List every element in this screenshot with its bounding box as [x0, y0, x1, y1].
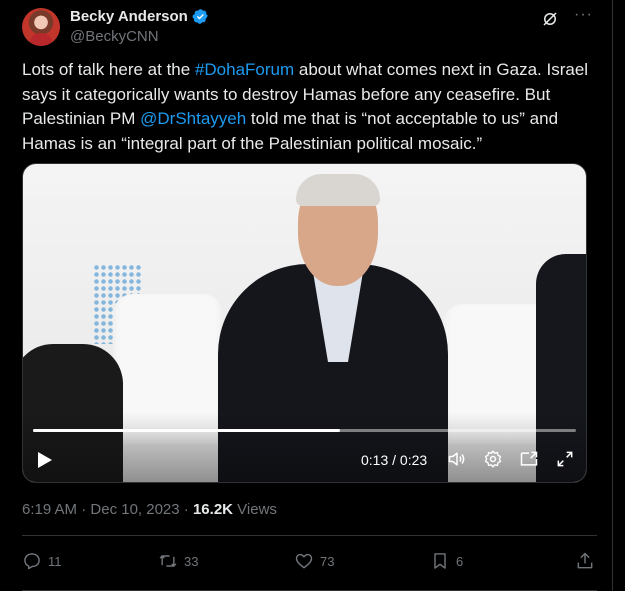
video-time: 0:13 / 0:23 [361, 452, 428, 468]
bookmark-button[interactable]: 6 [430, 551, 463, 571]
column-border [612, 0, 613, 591]
author-display-name[interactable]: Becky Anderson [70, 8, 188, 25]
video-progress-bar[interactable] [33, 429, 576, 432]
tweet-time[interactable]: 6:19 AM [22, 501, 77, 518]
meta-separator: · [179, 501, 193, 518]
bookmark-count: 6 [456, 553, 464, 569]
like-count: 73 [320, 553, 335, 569]
action-bar: 11 33 73 6 [22, 551, 595, 575]
grok-icon[interactable] [541, 10, 559, 28]
share-button[interactable] [575, 551, 595, 571]
bookmark-icon [434, 553, 446, 569]
divider [22, 535, 597, 536]
share-icon [577, 552, 593, 569]
video-person-hair [296, 174, 380, 206]
meta-separator: · [77, 501, 91, 518]
repost-icon [159, 554, 177, 568]
settings-icon[interactable] [483, 449, 503, 469]
pip-icon[interactable] [519, 449, 539, 469]
like-button[interactable]: 73 [294, 551, 334, 571]
more-icon[interactable]: ··· [574, 6, 593, 24]
tweet-text-part: Lots of talk here at the [22, 60, 195, 79]
heart-icon [295, 553, 313, 569]
fullscreen-icon[interactable] [555, 449, 575, 469]
video-controls: 0:13 / 0:23 [23, 445, 586, 475]
avatar[interactable] [22, 8, 60, 46]
volume-icon[interactable] [447, 449, 467, 469]
reply-button[interactable]: 11 [22, 551, 62, 571]
reply-count: 11 [48, 553, 62, 569]
repost-count: 33 [184, 553, 199, 569]
tweet-meta: 6:19 AM · Dec 10, 2023 · 16.2K Views [22, 501, 277, 518]
play-icon[interactable] [37, 451, 53, 469]
views-count: 16.2K [192, 501, 233, 518]
views-label: Views [233, 501, 277, 518]
author-block: Becky Anderson @BeckyCNN [70, 6, 209, 45]
mention-link[interactable]: @DrShtayyeh [140, 109, 246, 128]
author-handle[interactable]: @BeckyCNN [70, 28, 209, 45]
hashtag-link[interactable]: #DohaForum [195, 60, 294, 79]
verified-badge-icon [192, 8, 208, 24]
reply-icon [24, 553, 40, 570]
tweet-header: Becky Anderson @BeckyCNN ··· [22, 6, 595, 46]
tweet-date[interactable]: Dec 10, 2023 [90, 501, 179, 518]
tweet-text: Lots of talk here at the #DohaForum abou… [22, 58, 597, 156]
repost-button[interactable]: 33 [158, 551, 198, 571]
video-progress-fill [33, 429, 340, 432]
video-player[interactable]: 0:13 / 0:23 [22, 163, 587, 483]
